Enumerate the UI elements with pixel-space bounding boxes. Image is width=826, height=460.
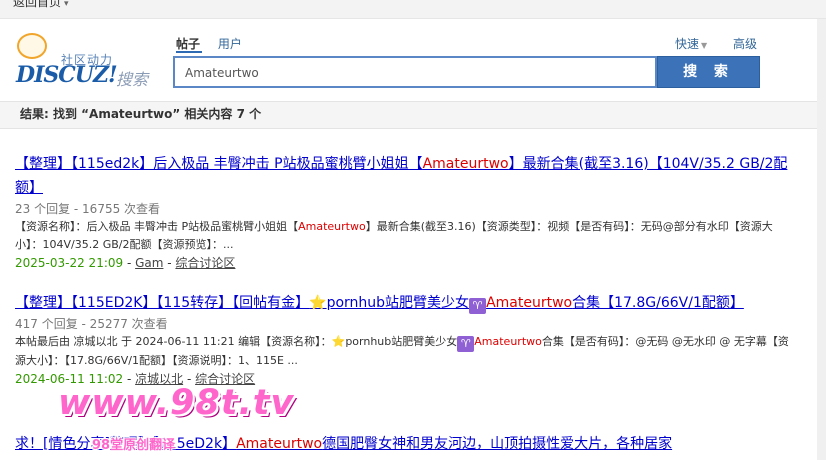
result-excerpt: 【资源名称】：后入极品 丰臀冲击 P站极品蜜桃臂小姐姐【Amateurtwo】最… — [15, 218, 795, 254]
title-text: 合集【17.8G/66V/1配额】 — [572, 295, 744, 311]
star-icon: ⭐ — [309, 295, 327, 311]
excerpt-text: 【资源名称】：后入极品 丰臀冲击 P站极品蜜桃臂小姐姐【 — [15, 220, 299, 233]
result-excerpt: 本帖最后由 凉城以北 于 2024-06-11 11:21 编辑【资源名称】：⭐… — [15, 333, 795, 370]
top-bar: 返回首页 ▾ — [0, 0, 826, 19]
post-date: 2025-03-22 21:09 — [15, 256, 124, 270]
watermark-domain: www.98t.tv — [58, 383, 295, 423]
author-link[interactable]: Gam — [135, 256, 163, 270]
site-watermark: www.98t.tv 98堂原创翻译 — [50, 380, 293, 458]
search-input[interactable] — [183, 59, 657, 87]
active-tab-indicator — [176, 51, 202, 53]
title-text: pornhub站肥臂美少女 — [326, 295, 470, 311]
tab-posts[interactable]: 帖子 — [176, 37, 200, 51]
title-text: 德国肥臀女神和男友河边，山顶拍摄性爱大片，各种居家 — [322, 436, 673, 452]
result-stats: 417 个回复 - 25277 次查看 — [15, 317, 168, 331]
title-text: 【整理】【115ED2K】【115转存】【回帖有金】 — [15, 295, 310, 311]
result-title-link[interactable]: 【整理】【115ED2K】【115转存】【回帖有金】⭐pornhub站肥臂美少女… — [15, 291, 795, 315]
list-item: 【整理】【115ed2k】后入极品 丰臀冲击 P站极品蜜桃臂小姐姐【Amateu… — [15, 152, 795, 272]
separator: - — [163, 256, 176, 270]
aries-icon: ♈ — [469, 298, 487, 314]
search-button[interactable]: 搜 索 — [657, 56, 760, 88]
back-home-link[interactable]: 返回首页 — [13, 0, 61, 10]
excerpt-keyword: Amateurtwo — [298, 220, 366, 233]
title-keyword: Amateurtwo — [486, 295, 573, 311]
excerpt-text: 本帖最后由 凉城以北 于 2024-06-11 11:21 编辑【资源名称】： — [15, 335, 332, 348]
result-footer: 2025-03-22 21:09 - Gam - 综合讨论区 — [15, 254, 795, 272]
result-summary: 结果: 找到 “Amateurtwo” 相关内容 7 个 — [20, 107, 262, 121]
excerpt-keyword: Amateurtwo — [474, 335, 542, 348]
speech-bubble-icon — [17, 33, 47, 59]
result-summary-bar: 结果: 找到 “Amateurtwo” 相关内容 7 个 — [0, 101, 826, 129]
title-text: 【整理】【115ed2k】后入极品 丰臀冲击 P站极品蜜桃臂小姐姐【 — [15, 156, 423, 172]
advanced-search-link[interactable]: 高级 — [733, 35, 757, 52]
tab-users[interactable]: 用户 — [218, 37, 242, 51]
title-keyword: Amateurtwo — [422, 156, 509, 172]
aries-icon: ♈ — [457, 336, 475, 352]
quick-search-label: 快速 — [675, 37, 700, 51]
watermark-caption: 98堂原创翻译 — [92, 438, 176, 453]
separator: - — [123, 256, 136, 270]
chevron-down-icon: ▼ — [701, 41, 708, 50]
logo-search-word: 搜索 — [116, 70, 149, 89]
list-item: 【整理】【115ED2K】【115转存】【回帖有金】⭐pornhub站肥臂美少女… — [15, 291, 795, 388]
quick-search-dropdown[interactable]: 快速 ▼ — [675, 35, 707, 52]
forum-link[interactable]: 综合讨论区 — [175, 256, 235, 270]
site-logo[interactable]: 社区动力 DISCUZ! 搜索 — [14, 33, 154, 89]
chevron-down-icon[interactable]: ▾ — [64, 0, 69, 12]
result-stats: 23 个回复 - 16755 次查看 — [15, 202, 161, 216]
excerpt-text: pornhub站肥臂美少女 — [345, 335, 458, 348]
logo-wordmark: DISCUZ! — [16, 62, 118, 88]
result-title-link[interactable]: 【整理】【115ed2k】后入极品 丰臀冲击 P站极品蜜桃臂小姐姐【Amateu… — [15, 152, 795, 200]
star-icon: ⭐ — [331, 335, 346, 348]
scrollbar[interactable] — [817, 19, 826, 460]
search-box — [173, 56, 657, 88]
search-type-tabs: 帖子 用户 — [176, 35, 256, 52]
